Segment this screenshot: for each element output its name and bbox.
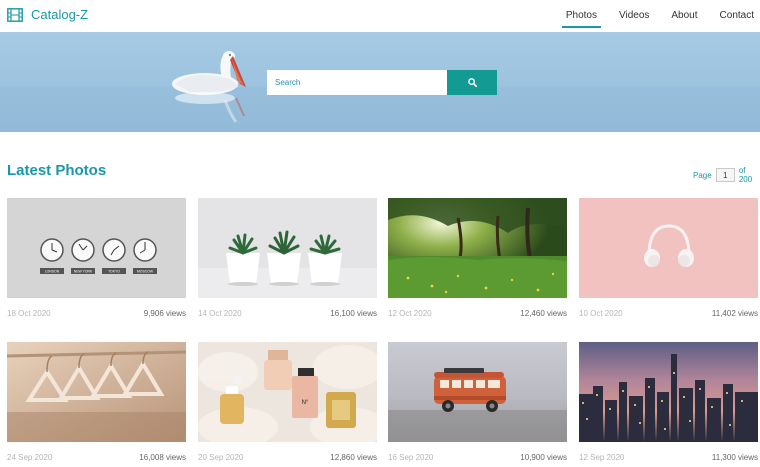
photo-date: 16 Sep 2020: [388, 453, 434, 462]
svg-text:N°: N°: [302, 400, 309, 406]
photo-card: 12 Sep 2020 11,300 views: [579, 342, 758, 462]
photo-date: 10 Oct 2020: [579, 309, 623, 318]
photo-views: 9,906 views: [143, 309, 186, 318]
photo-date: 18 Oct 2020: [7, 309, 51, 318]
photo-thumbnail-headphones[interactable]: [579, 198, 758, 298]
clock-label: LONDON: [45, 270, 60, 274]
photo-date: 14 Oct 2020: [198, 309, 242, 318]
brand-link[interactable]: Catalog-Z: [7, 7, 88, 22]
photo-thumbnail-forest[interactable]: [388, 198, 567, 298]
pagination: Page 1 of 200: [693, 166, 760, 184]
nav-about[interactable]: About: [671, 0, 697, 32]
photo-views: 16,100 views: [330, 309, 377, 318]
photo-thumbnail-hangers[interactable]: [7, 342, 186, 442]
page-label: Page: [693, 170, 712, 180]
photo-thumbnail-perfume[interactable]: N°: [198, 342, 377, 442]
photo-card: 12 Oct 2020 12,460 views: [388, 198, 567, 318]
nav-contact[interactable]: Contact: [720, 0, 754, 32]
nav-videos[interactable]: Videos: [619, 0, 649, 32]
section-title: Latest Photos: [7, 162, 107, 179]
photo-views: 16,008 views: [139, 453, 186, 462]
photo-date: 12 Sep 2020: [579, 453, 625, 462]
photo-thumbnail-city[interactable]: [579, 342, 758, 442]
search-icon: [467, 78, 477, 87]
page-number-input[interactable]: 1: [715, 168, 735, 182]
photo-card: LONDON NEW YORK TOKYO MOSCOW 18 Oct 2020…: [7, 198, 186, 318]
photo-views: 12,460 views: [520, 309, 567, 318]
page-total: of 200: [738, 166, 753, 184]
search-input[interactable]: [267, 70, 447, 95]
photo-views: 10,900 views: [520, 453, 567, 462]
clock-label: MOSCOW: [137, 270, 154, 274]
clock-label: NEW YORK: [74, 270, 93, 274]
photo-thumbnail-toy-bus[interactable]: [388, 342, 567, 442]
hero-banner: [0, 32, 760, 132]
photo-card: N° 20 Sep 2020 12,860 views: [198, 342, 377, 462]
photo-card: 10 Oct 2020 11,402 views: [579, 198, 758, 318]
search-button[interactable]: [447, 70, 497, 95]
photo-card: 14 Oct 2020 16,100 views: [198, 198, 377, 318]
photo-card: 16 Sep 2020 10,900 views: [388, 342, 567, 462]
photo-thumbnail-clocks[interactable]: LONDON NEW YORK TOKYO MOSCOW: [7, 198, 186, 298]
photo-views: 12,860 views: [330, 453, 377, 462]
photo-date: 12 Oct 2020: [388, 309, 432, 318]
photo-thumbnail-plants[interactable]: [198, 198, 377, 298]
photo-views: 11,300 views: [711, 453, 758, 462]
photo-date: 20 Sep 2020: [198, 453, 244, 462]
main-nav: Photos Videos About Contact: [544, 0, 754, 32]
photo-card: 24 Sep 2020 16,008 views: [7, 342, 186, 462]
film-icon: [7, 7, 23, 22]
site-header: Catalog-Z Photos Videos About Contact: [0, 0, 760, 32]
brand-name: Catalog-Z: [31, 7, 89, 22]
clock-label: TOKYO: [108, 270, 120, 274]
photo-date: 24 Sep 2020: [7, 453, 53, 462]
nav-photos[interactable]: Photos: [561, 0, 602, 32]
photo-views: 11,402 views: [711, 309, 758, 318]
